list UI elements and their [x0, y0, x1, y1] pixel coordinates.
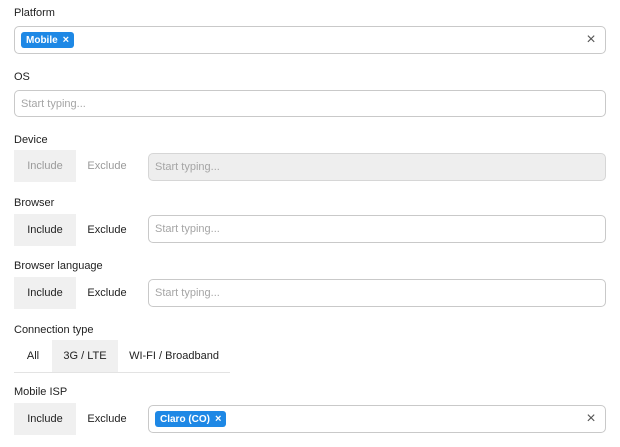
mobile-isp-chip-claro: Claro (CO) ×: [155, 411, 227, 427]
device-input[interactable]: Start typing...: [148, 153, 606, 181]
browser-language-input[interactable]: Start typing...: [148, 279, 606, 307]
browser-placeholder: Start typing...: [155, 223, 220, 235]
device-placeholder: Start typing...: [155, 161, 220, 173]
device-include-exclude-toggle: Include Exclude: [14, 150, 138, 182]
browser-language-placeholder: Start typing...: [155, 287, 220, 299]
os-section: OS Start typing...: [14, 70, 606, 117]
chip-label: Claro (CO): [160, 413, 210, 425]
connection-type-section: Connection type All 3G / LTE WI-FI / Bro…: [14, 323, 606, 373]
chip-remove-icon[interactable]: ×: [63, 34, 69, 46]
connection-wifi-broadband-button[interactable]: WI-FI / Broadband: [118, 340, 230, 372]
chip-label: Mobile: [26, 34, 58, 46]
browser-language-include-button[interactable]: Include: [14, 277, 76, 309]
connection-type-toggle: All 3G / LTE WI-FI / Broadband: [14, 340, 230, 373]
browser-include-button[interactable]: Include: [14, 214, 76, 246]
platform-label: Platform: [14, 7, 55, 19]
browser-include-exclude-toggle: Include Exclude: [14, 214, 138, 246]
platform-chip-mobile: Mobile ×: [21, 32, 75, 48]
browser-language-exclude-button[interactable]: Exclude: [76, 277, 138, 309]
browser-language-include-exclude-toggle: Include Exclude: [14, 277, 138, 309]
mobile-isp-field[interactable]: Claro (CO) × ×: [148, 405, 606, 433]
connection-type-label: Connection type: [14, 324, 94, 336]
platform-clear-icon[interactable]: ×: [583, 32, 599, 48]
connection-all-button[interactable]: All: [14, 340, 52, 372]
platform-section: Platform Mobile × ×: [14, 6, 606, 54]
platform-field[interactable]: Mobile × ×: [14, 26, 606, 54]
browser-exclude-button[interactable]: Exclude: [76, 214, 138, 246]
device-label: Device: [14, 134, 48, 146]
os-placeholder: Start typing...: [21, 97, 86, 110]
mobile-isp-include-exclude-toggle: Include Exclude: [14, 403, 138, 435]
chip-remove-icon[interactable]: ×: [215, 413, 221, 425]
browser-input[interactable]: Start typing...: [148, 215, 606, 243]
device-section: Device Include Exclude Start typing...: [14, 133, 606, 182]
connection-3g-lte-button[interactable]: 3G / LTE: [52, 340, 118, 372]
browser-language-section: Browser language Include Exclude Start t…: [14, 259, 606, 309]
mobile-isp-exclude-button[interactable]: Exclude: [76, 403, 138, 435]
browser-label: Browser: [14, 197, 55, 209]
mobile-isp-include-button[interactable]: Include: [14, 403, 76, 435]
os-input[interactable]: Start typing...: [14, 90, 606, 117]
mobile-isp-section: Mobile ISP Include Exclude Claro (CO) × …: [14, 385, 606, 435]
device-include-button[interactable]: Include: [14, 150, 76, 182]
browser-language-label: Browser language: [14, 260, 103, 272]
browser-section: Browser Include Exclude Start typing...: [14, 196, 606, 246]
os-label: OS: [14, 71, 30, 83]
mobile-isp-clear-icon[interactable]: ×: [583, 411, 599, 427]
device-exclude-button[interactable]: Exclude: [76, 150, 138, 182]
mobile-isp-label: Mobile ISP: [14, 386, 68, 398]
